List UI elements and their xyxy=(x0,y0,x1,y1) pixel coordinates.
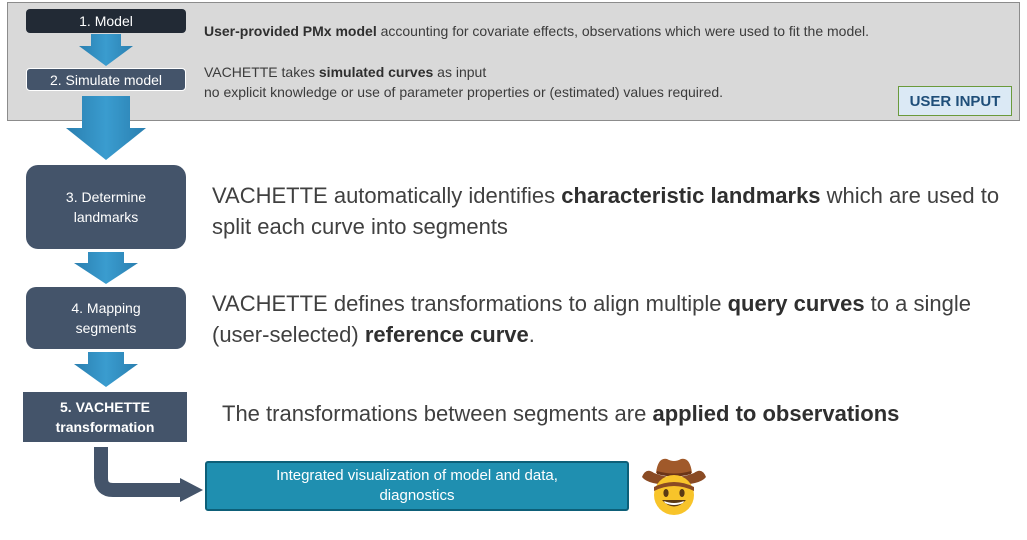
description-step-3-bold: characteristic landmarks xyxy=(561,183,821,208)
arrow-4-to-5 xyxy=(74,352,138,387)
input-line-no-knowledge: no explicit knowledge or use of paramete… xyxy=(204,84,724,100)
arrow-1-to-2 xyxy=(79,34,133,66)
input-line-simulated-pre: VACHETTE takes xyxy=(204,64,319,80)
input-line-model: User-provided PMx model accounting for c… xyxy=(204,21,869,41)
output-integrated-visualization: Integrated visualization of model and da… xyxy=(205,461,629,511)
input-line-model-rest: accounting for covariate effects, observ… xyxy=(376,23,870,39)
description-step-5: The transformations between segments are… xyxy=(222,398,1012,429)
input-line-simulated-bold: simulated curves xyxy=(318,64,434,80)
description-step-5-bold: applied to observations xyxy=(652,401,900,426)
step-1-model: 1. Model xyxy=(26,9,186,33)
connector-arrowhead xyxy=(180,478,203,502)
input-line-simulated: VACHETTE takes simulated curves as input xyxy=(204,62,486,82)
step-2-simulate-model: 2. Simulate model xyxy=(26,68,186,91)
step-3-determine-landmarks: 3. Determine landmarks xyxy=(26,165,186,249)
input-line-simulated-rest: as input xyxy=(433,64,487,80)
arrow-3-to-4 xyxy=(74,252,138,284)
connector-5-to-output xyxy=(94,447,182,497)
cowboy-face-icon xyxy=(642,458,706,515)
description-step-4-bold-2: reference curve xyxy=(364,322,529,347)
step-5-vachette-transformation: 5. VACHETTE transformation xyxy=(23,392,187,442)
arrow-2-to-3 xyxy=(66,96,146,160)
description-step-4-pre: VACHETTE defines transformations to alig… xyxy=(212,291,728,316)
description-step-5-pre: The transformations between segments are xyxy=(222,401,653,426)
input-line-model-bold: User-provided PMx model xyxy=(204,23,377,39)
description-step-4-end: . xyxy=(528,322,535,347)
description-step-3: VACHETTE automatically identifies charac… xyxy=(212,180,1002,242)
user-input-badge: USER INPUT xyxy=(898,86,1012,116)
description-step-4: VACHETTE defines transformations to alig… xyxy=(212,288,1002,350)
description-step-4-bold-1: query curves xyxy=(727,291,865,316)
description-step-3-pre: VACHETTE automatically identifies xyxy=(212,183,562,208)
step-4-mapping-segments: 4. Mapping segments xyxy=(26,287,186,349)
output-label: Integrated visualization of model and da… xyxy=(276,467,558,504)
